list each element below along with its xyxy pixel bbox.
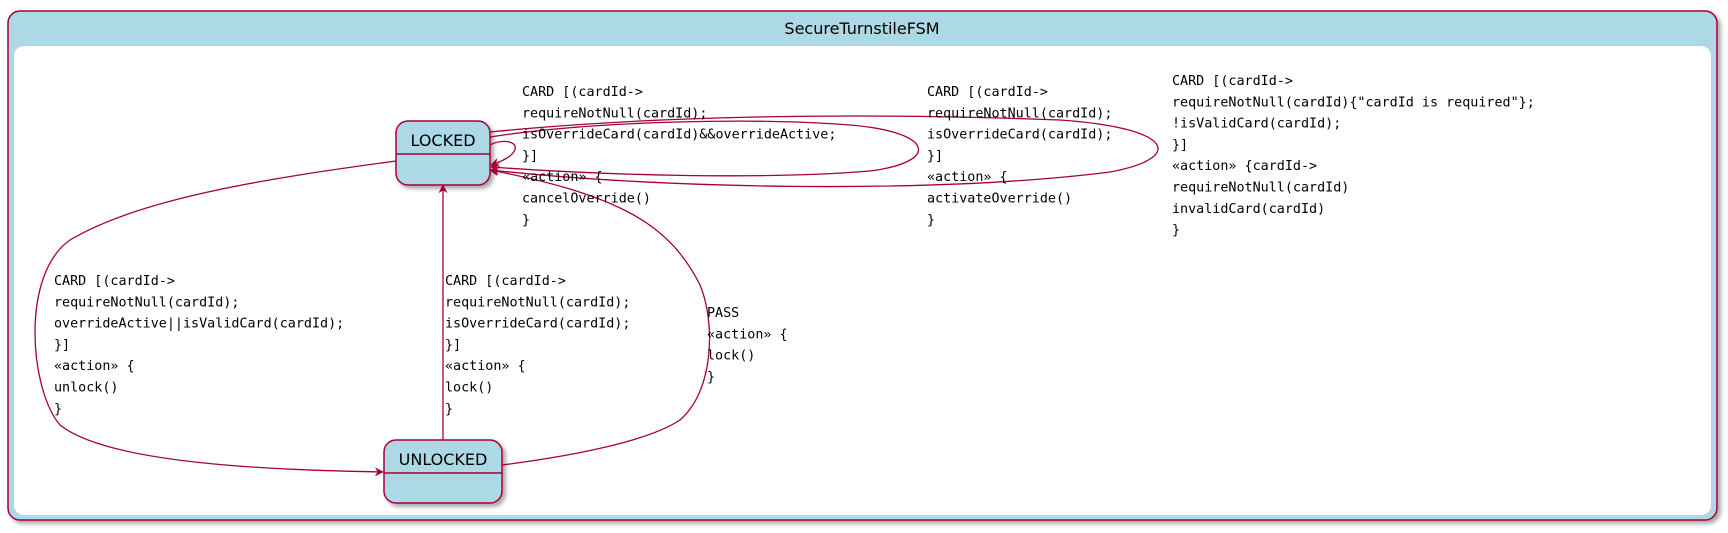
- label-line: «action» {: [927, 170, 1008, 185]
- label-line: }]: [1172, 138, 1188, 153]
- state-unlocked-label: UNLOCKED: [399, 450, 488, 469]
- label-line: CARD [(cardId->: [927, 85, 1048, 100]
- label-line: CARD [(cardId->: [1172, 74, 1293, 89]
- label-line: CARD [(cardId->: [445, 274, 566, 289]
- label-line: }]: [54, 338, 70, 353]
- label-line: }]: [927, 149, 943, 164]
- label-line: PASS: [707, 306, 739, 321]
- label-line: isOverrideCard(cardId)&&overrideActive;: [522, 128, 836, 143]
- label-line: requireNotNull(cardId);: [445, 295, 630, 310]
- label-line: }: [707, 370, 715, 385]
- label-line: }: [927, 213, 935, 228]
- label-line: }: [445, 402, 453, 417]
- label-line: «action» {: [522, 170, 603, 185]
- state-locked-label: LOCKED: [410, 131, 475, 150]
- label-line: cancelOverride(): [522, 192, 651, 207]
- label-line: isOverrideCard(cardId);: [927, 128, 1112, 143]
- label-line: «action» {cardId->: [1172, 159, 1317, 174]
- label-line: CARD [(cardId->: [54, 274, 175, 289]
- label-line: requireNotNull(cardId);: [522, 106, 707, 121]
- label-line: }]: [445, 338, 461, 353]
- label-line: requireNotNull(cardId): [1172, 181, 1349, 196]
- label-line: overrideActive||isValidCard(cardId);: [54, 317, 344, 332]
- label-line: !isValidCard(cardId);: [1172, 117, 1341, 132]
- label-line: }]: [522, 149, 538, 164]
- state-diagram: SecureTurnstileFSM LOCKED UNLOCKED CARD …: [7, 10, 1718, 521]
- label-line: activateOverride(): [927, 192, 1072, 207]
- label-line: «action» {: [707, 327, 788, 342]
- label-line: «action» {: [54, 359, 135, 374]
- label-line: isOverrideCard(cardId);: [445, 317, 630, 332]
- composite-state-container: [7, 10, 1718, 521]
- label-line: CARD [(cardId->: [522, 85, 643, 100]
- label-line: lock(): [707, 349, 755, 364]
- label-line: unlock(): [54, 381, 119, 396]
- label-line: }: [54, 402, 62, 417]
- label-line: requireNotNull(cardId);: [927, 106, 1112, 121]
- label-line: «action» {: [445, 359, 526, 374]
- label-line: requireNotNull(cardId){"cardId is requir…: [1172, 95, 1535, 110]
- label-line: requireNotNull(cardId);: [54, 295, 239, 310]
- diagram-title: SecureTurnstileFSM: [784, 19, 939, 38]
- label-line: lock(): [445, 381, 493, 396]
- label-line: }: [1172, 223, 1180, 238]
- label-line: invalidCard(cardId): [1172, 202, 1325, 217]
- label-line: }: [522, 213, 530, 228]
